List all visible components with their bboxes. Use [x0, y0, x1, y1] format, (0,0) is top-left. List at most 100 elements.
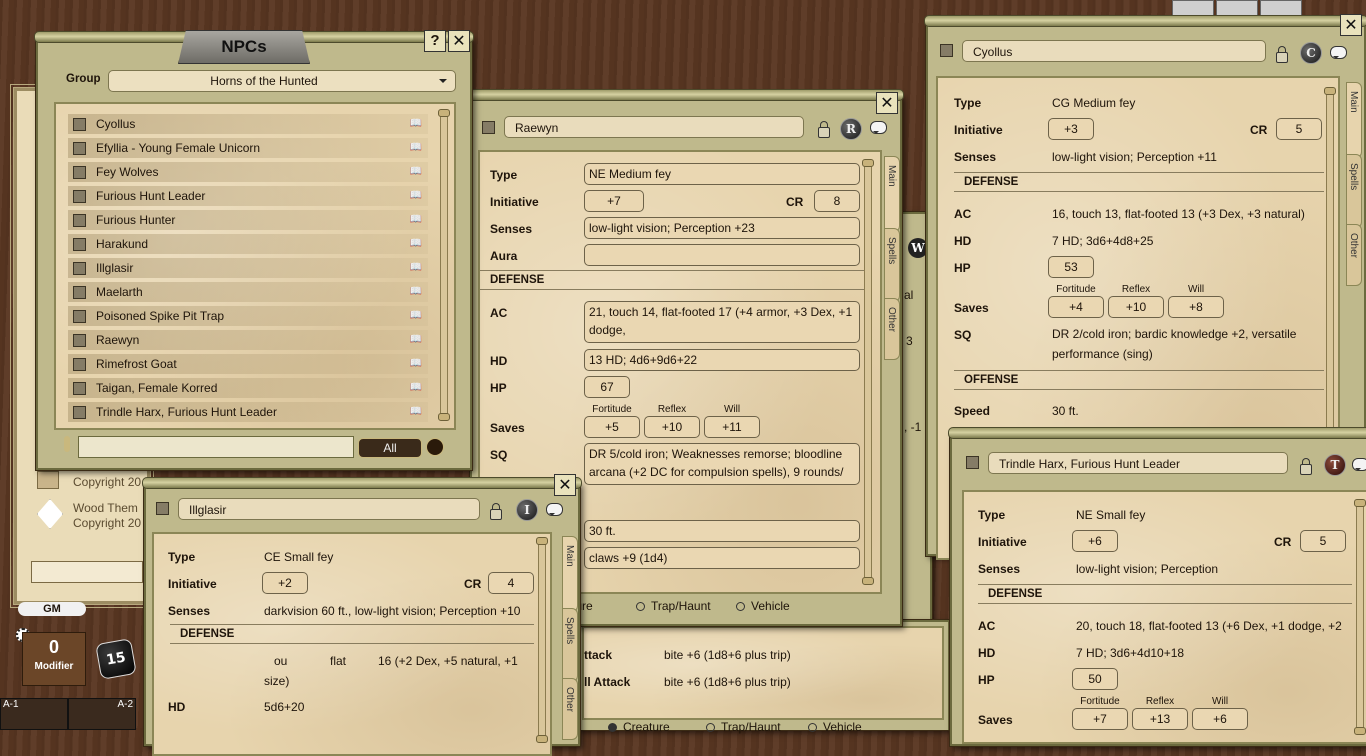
fortitude-field[interactable]: +4 [1048, 296, 1104, 318]
identified-checkbox[interactable] [482, 121, 495, 134]
close-button[interactable]: ✕ [554, 474, 576, 496]
will-field[interactable]: +6 [1192, 708, 1248, 730]
close-button[interactable]: ✕ [1340, 14, 1362, 36]
toolbar-button-2[interactable] [1216, 0, 1258, 16]
chat-icon[interactable] [546, 503, 563, 516]
will-field[interactable]: +11 [704, 416, 760, 438]
cr-field[interactable]: 4 [488, 572, 534, 594]
token-icon[interactable]: I [516, 499, 538, 521]
cr-field[interactable]: 5 [1300, 530, 1346, 552]
initiative-field[interactable]: +2 [262, 572, 308, 594]
token-icon[interactable]: C [1300, 42, 1322, 64]
type-radio-creature[interactable]: Creature [608, 720, 670, 734]
hp-field[interactable]: 67 [584, 376, 630, 398]
token-icon[interactable]: R [840, 118, 862, 140]
scrollbar[interactable] [438, 109, 450, 421]
token-icon[interactable]: T [1324, 454, 1346, 476]
type-radio-vehicle[interactable]: Vehicle [736, 599, 790, 613]
book-icon[interactable]: 📖 [410, 382, 422, 393]
book-icon[interactable]: 📖 [410, 190, 422, 201]
identified-checkbox[interactable] [940, 44, 953, 57]
list-item[interactable]: Rimefrost Goat 📖 [68, 354, 428, 374]
lock-icon[interactable] [1300, 458, 1312, 475]
list-item[interactable]: Maelarth 📖 [68, 282, 428, 302]
type-radio-trap[interactable]: Trap/Haunt [636, 599, 711, 613]
melee-field[interactable]: claws +9 (1d4) [584, 547, 860, 569]
tab-other[interactable]: Other [562, 678, 578, 740]
list-item-checkbox[interactable] [73, 286, 86, 299]
npc-name-field[interactable]: Illglasir [178, 498, 480, 520]
list-item[interactable]: Raewyn 📖 [68, 330, 428, 350]
scrollbar[interactable] [862, 159, 874, 585]
list-item-checkbox[interactable] [73, 238, 86, 251]
tab-main[interactable]: Main [1346, 82, 1362, 158]
list-item[interactable]: Furious Hunter 📖 [68, 210, 428, 230]
reflex-field[interactable]: +13 [1132, 708, 1188, 730]
chat-icon[interactable] [870, 121, 887, 134]
type-radio-vehicle[interactable]: Vehicle [808, 720, 862, 734]
hotkey-a1[interactable]: A-1 [0, 698, 68, 730]
book-icon[interactable]: 📖 [410, 262, 422, 273]
book-icon[interactable]: 📖 [410, 142, 422, 153]
list-item-checkbox[interactable] [73, 334, 86, 347]
all-button[interactable]: All [358, 438, 422, 458]
book-icon[interactable]: 📖 [410, 286, 422, 297]
tab-main[interactable]: Main [884, 156, 900, 232]
npc-name-field[interactable]: Cyollus [962, 40, 1266, 62]
will-field[interactable]: +8 [1168, 296, 1224, 318]
aura-field[interactable] [584, 244, 860, 266]
list-item-checkbox[interactable] [73, 166, 86, 179]
cr-field[interactable]: 8 [814, 190, 860, 212]
type-field[interactable]: NE Medium fey [584, 163, 860, 185]
help-button[interactable]: ? [424, 30, 446, 52]
fortitude-field[interactable]: +7 [1072, 708, 1128, 730]
library-search-bar[interactable] [31, 561, 143, 583]
toolbar-button-1[interactable] [1172, 0, 1214, 16]
tab-spells[interactable]: Spells [562, 608, 578, 682]
tab-main[interactable]: Main [562, 536, 578, 612]
list-item-checkbox[interactable] [73, 190, 86, 203]
list-item-checkbox[interactable] [73, 406, 86, 419]
hp-field[interactable]: 50 [1072, 668, 1118, 690]
npc-filter-input[interactable] [78, 436, 354, 458]
list-item[interactable]: Fey Wolves 📖 [68, 162, 428, 182]
modifier-box[interactable]: 0 Modifier [22, 632, 86, 686]
list-item-checkbox[interactable] [73, 118, 86, 131]
npc-name-field[interactable]: Trindle Harx, Furious Hunt Leader [988, 452, 1288, 474]
senses-field[interactable]: low-light vision; Perception +23 [584, 217, 860, 239]
book-icon[interactable]: 📖 [410, 214, 422, 225]
initiative-field[interactable]: +7 [584, 190, 644, 212]
scrollbar[interactable] [1354, 499, 1366, 735]
lock-icon[interactable] [1276, 46, 1288, 63]
d20-die-icon[interactable]: 15 [95, 638, 137, 680]
book-icon[interactable]: 📖 [410, 406, 422, 417]
list-item-checkbox[interactable] [73, 310, 86, 323]
type-radio-trap[interactable]: Trap/Haunt [706, 720, 781, 734]
book-icon[interactable]: 📖 [410, 118, 422, 129]
npc-name-field[interactable]: Raewyn [504, 116, 804, 138]
book-icon[interactable]: 📖 [410, 238, 422, 249]
close-button[interactable]: ✕ [448, 30, 470, 52]
book-icon[interactable]: 📖 [410, 166, 422, 177]
ac-field[interactable]: 21, touch 14, flat-footed 17 (+4 armor, … [584, 301, 860, 343]
toolbar-button-3[interactable] [1260, 0, 1302, 16]
cr-field[interactable]: 5 [1276, 118, 1322, 140]
tab-spells[interactable]: Spells [1346, 154, 1362, 228]
scrollbar[interactable] [1324, 87, 1336, 453]
list-item[interactable]: Taigan, Female Korred 📖 [68, 378, 428, 398]
initiative-field[interactable]: +3 [1048, 118, 1094, 140]
identified-checkbox[interactable] [966, 456, 979, 469]
list-item[interactable]: Harakund 📖 [68, 234, 428, 254]
book-icon[interactable]: 📖 [410, 310, 422, 321]
edit-icon[interactable] [426, 438, 444, 456]
reflex-field[interactable]: +10 [1108, 296, 1164, 318]
lock-icon[interactable] [490, 503, 502, 520]
fortitude-field[interactable]: +5 [584, 416, 640, 438]
chat-icon[interactable] [1352, 458, 1366, 471]
list-item[interactable]: Illglasir 📖 [68, 258, 428, 278]
list-item[interactable]: Cyollus 📖 [68, 114, 428, 134]
hotkey-a2[interactable]: A-2 [68, 698, 136, 730]
group-dropdown[interactable]: Horns of the Hunted [108, 70, 456, 92]
sq-field[interactable]: DR 5/cold iron; Weaknesses remorse; bloo… [584, 443, 860, 485]
hp-field[interactable]: 53 [1048, 256, 1094, 278]
